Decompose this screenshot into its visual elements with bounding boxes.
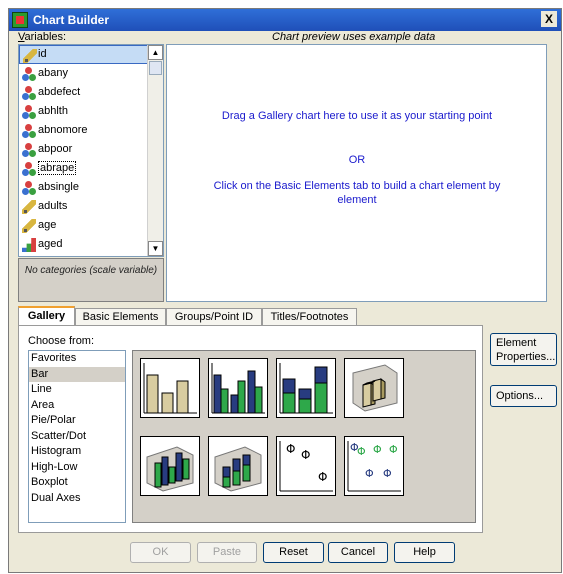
nominal-icon (22, 105, 36, 119)
variable-item[interactable]: agekdbrn (19, 254, 163, 256)
clustered-error-bar-icon[interactable]: Φ Φ Φ Φ Φ Φ (344, 436, 404, 496)
nominal-icon (22, 143, 36, 157)
variable-item[interactable]: abany (19, 64, 163, 83)
help-button[interactable]: Help (394, 542, 455, 563)
variables-label-text: ariables: (24, 31, 67, 43)
variable-name: aged (38, 238, 63, 250)
scroll-down-icon[interactable]: ▼ (148, 241, 163, 256)
svg-text:Φ: Φ (286, 442, 295, 456)
variable-item[interactable]: adults (19, 197, 163, 216)
chart-type-item[interactable]: Line (29, 382, 125, 398)
nominal-icon (22, 162, 36, 176)
variable-item[interactable]: aged (19, 235, 163, 254)
variable-item[interactable]: abhlth (19, 102, 163, 121)
variable-name: adults (38, 200, 68, 212)
variable-item[interactable]: age (19, 216, 163, 235)
paste-button[interactable]: Paste (197, 542, 257, 563)
preview-drag-hint: Drag a Gallery chart here to use it as y… (221, 110, 493, 122)
tab-groups-point-id[interactable]: Groups/Point ID (166, 308, 262, 325)
chart-type-item[interactable]: Area (29, 398, 125, 414)
3d-bar-icon[interactable] (344, 358, 404, 418)
categories-note: No categories (scale variable) (18, 258, 164, 302)
options-button[interactable]: Options... (490, 385, 557, 407)
scroll-up-icon[interactable]: ▲ (148, 45, 163, 60)
svg-text:Φ: Φ (318, 470, 327, 484)
variable-name: absingle (38, 181, 79, 193)
clustered-bar-icon[interactable] (208, 358, 268, 418)
svg-text:Φ: Φ (383, 467, 392, 480)
svg-text:Φ: Φ (357, 445, 366, 458)
variables-list[interactable]: id abany abdefect abhlth abnomore abpoor abrap… (18, 44, 164, 257)
svg-text:Φ: Φ (365, 467, 374, 480)
variable-item[interactable]: id (19, 45, 163, 64)
variable-name: age (38, 219, 57, 231)
variable-item[interactable]: absingle (19, 178, 163, 197)
chart-type-item[interactable]: Favorites (29, 351, 125, 367)
variable-name: abrape (38, 161, 77, 175)
ordinal-icon (22, 238, 36, 252)
chart-type-list[interactable]: Favorites Bar Line Area Pie/Polar Scatter/Dot… (28, 350, 126, 523)
variables-label: Variables: (18, 31, 67, 43)
nominal-icon (22, 181, 36, 195)
chart-type-item[interactable]: High-Low (29, 460, 125, 476)
ruler-scale-icon (22, 219, 36, 233)
variable-item[interactable]: abrape (19, 159, 163, 178)
preview-caption: Chart preview uses example data (272, 31, 436, 43)
simple-bar-icon[interactable] (140, 358, 200, 418)
tab-gallery[interactable]: Gallery (18, 306, 75, 327)
choose-from-label: Choose from: (28, 335, 95, 347)
preview-or: OR (348, 154, 366, 166)
title-bar: Chart Builder X (9, 9, 561, 31)
3d-clustered-bar-icon[interactable] (140, 436, 200, 496)
nominal-icon (22, 124, 36, 138)
chart-builder-app-icon (12, 12, 28, 28)
variable-name: abdefect (38, 86, 81, 98)
variable-item[interactable]: abnomore (19, 121, 163, 140)
chart-thumbnails: Φ Φ Φ Φ Φ Φ Φ Φ Φ (132, 350, 476, 523)
close-icon[interactable]: X (541, 11, 557, 27)
ruler-scale-icon (22, 200, 36, 214)
chart-type-item[interactable]: Scatter/Dot (29, 429, 125, 445)
chart-type-item[interactable]: Dual Axes (29, 491, 125, 507)
variable-item[interactable]: abpoor (19, 140, 163, 159)
ok-button[interactable]: OK (130, 542, 191, 563)
window-title: Chart Builder (33, 13, 110, 27)
variable-name: abpoor (38, 143, 73, 155)
nominal-icon (22, 67, 36, 81)
chart-type-item[interactable]: Histogram (29, 444, 125, 460)
chart-type-item[interactable]: Pie/Polar (29, 413, 125, 429)
nominal-icon (22, 86, 36, 100)
scroll-thumb[interactable] (149, 61, 162, 75)
reset-button[interactable]: Reset (263, 542, 324, 563)
chart-type-item[interactable]: Bar (29, 366, 125, 382)
stacked-bar-icon[interactable] (276, 358, 336, 418)
cancel-button[interactable]: Cancel (328, 542, 388, 563)
ruler-scale-icon (23, 49, 37, 63)
variable-item[interactable]: abdefect (19, 83, 163, 102)
preview-basic-elements-hint: Click on the Basic Elements tab to build… (213, 180, 501, 206)
chart-type-item[interactable]: Boxplot (29, 475, 125, 491)
chart-preview-canvas[interactable]: Drag a Gallery chart here to use it as y… (166, 44, 547, 302)
variable-name: abnomore (38, 124, 88, 136)
error-bar-icon[interactable]: Φ Φ Φ (276, 436, 336, 496)
tab-titles-footnotes[interactable]: Titles/Footnotes (262, 308, 357, 325)
variable-name: abhlth (38, 105, 68, 117)
variable-name: abany (38, 67, 68, 79)
element-properties-button[interactable]: Element Properties... (490, 333, 557, 366)
svg-text:Φ: Φ (389, 443, 398, 456)
svg-text:Φ: Φ (373, 443, 382, 456)
tab-basic-elements[interactable]: Basic Elements (75, 308, 166, 325)
svg-text:Φ: Φ (301, 448, 310, 462)
variables-scrollbar[interactable]: ▲ ▼ (147, 45, 163, 256)
3d-stacked-bar-icon[interactable] (208, 436, 268, 496)
variable-name: id (38, 48, 47, 60)
gallery-panel: Choose from: Favorites Bar Line Area Pie/Pol… (18, 325, 483, 533)
